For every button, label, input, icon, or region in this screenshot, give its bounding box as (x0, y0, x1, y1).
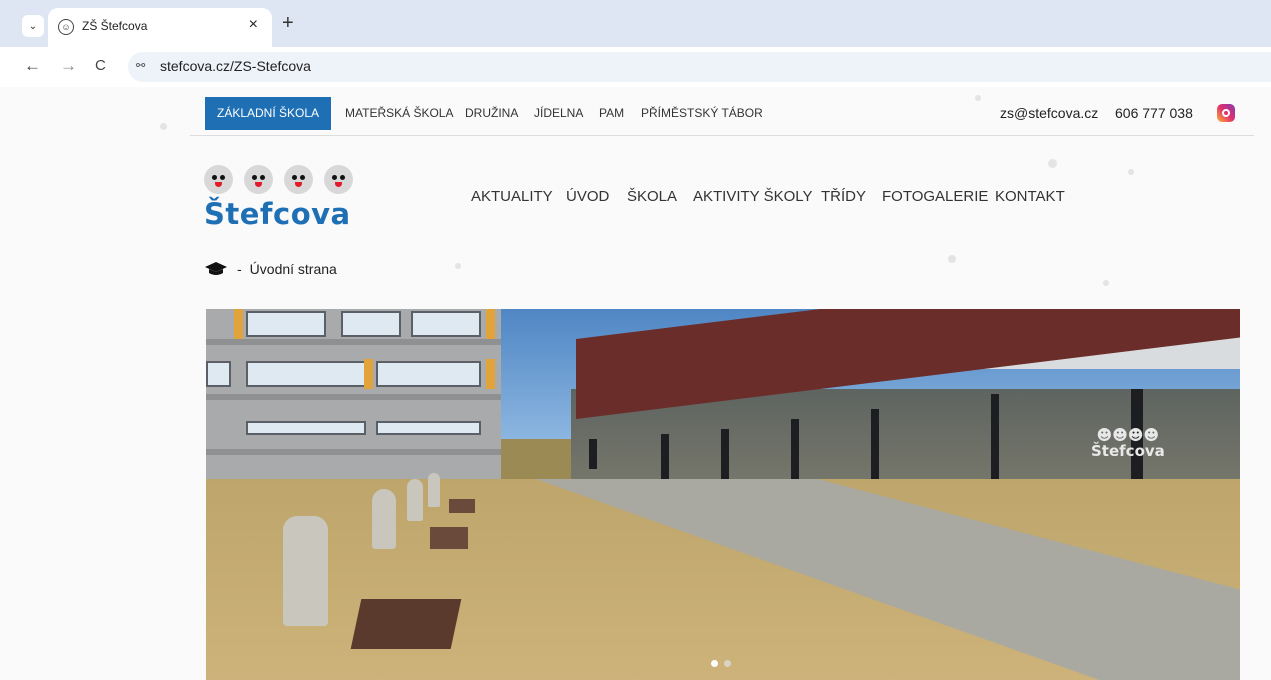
slider-dot[interactable] (724, 660, 731, 667)
nav-materska-skola[interactable]: MATEŘSKÁ ŠKOLA (345, 106, 453, 120)
tab-search-icon[interactable]: ⌄ (22, 15, 44, 37)
background-decoration (455, 263, 461, 269)
logo-face-icon (284, 165, 313, 194)
tab-title: ZŠ Štefcova (82, 19, 148, 33)
hero-slider-image[interactable]: ☻☻☻☻ Štefcova (206, 309, 1240, 680)
hero-bench (350, 599, 462, 649)
background-decoration (160, 123, 167, 130)
hero-bollard (428, 473, 440, 507)
nav-kontakt[interactable]: KONTAKT (995, 188, 1065, 205)
instagram-icon[interactable] (1217, 104, 1235, 122)
new-tab-button[interactable]: + (282, 12, 294, 35)
slider-dot-active[interactable] (711, 660, 718, 667)
background-decoration (1103, 280, 1109, 286)
background-decoration (1048, 159, 1057, 168)
forward-icon[interactable]: → (60, 56, 77, 76)
close-tab-icon[interactable]: × (249, 16, 258, 34)
nav-aktivity-skoly[interactable]: AKTIVITY ŠKOLY (693, 188, 813, 205)
browser-toolbar: ← → C ⚯ stefcova.cz/ZS-Stefcova (0, 47, 1271, 87)
slider-pagination (711, 660, 731, 667)
logo-face-icon (204, 165, 233, 194)
reload-icon[interactable]: C (95, 57, 106, 74)
hero-window-logo: ☻☻☻☻ Štefcova (1091, 426, 1165, 460)
hero-bench (430, 527, 468, 549)
nav-fotogalerie[interactable]: FOTOGALERIE (882, 188, 988, 205)
browser-tab[interactable]: ☺ ZŠ Štefcova × (48, 8, 272, 47)
graduation-cap-icon (205, 262, 227, 275)
nav-jidelna[interactable]: JÍDELNA (534, 106, 583, 120)
nav-tridy[interactable]: TŘÍDY (821, 188, 866, 205)
nav-zakladni-skola[interactable]: ZÁKLADNÍ ŠKOLA (205, 97, 332, 130)
breadcrumb: - Úvodní strana (205, 261, 337, 277)
breadcrumb-separator: - (237, 261, 242, 277)
favicon-icon: ☺ (58, 19, 74, 35)
site-logo[interactable]: Štefcova (204, 165, 354, 237)
back-icon[interactable]: ← (24, 56, 41, 76)
email-link[interactable]: zs@stefcova.cz (1000, 105, 1098, 121)
browser-tab-bar: ⌄ ☺ ZŠ Štefcova × + (0, 0, 1271, 47)
background-decoration (948, 255, 956, 263)
hero-bench (449, 499, 475, 513)
hero-bollard (407, 479, 423, 521)
address-bar[interactable]: ⚯ stefcova.cz/ZS-Stefcova (128, 52, 1271, 82)
top-bar: ZÁKLADNÍ ŠKOLA MATEŘSKÁ ŠKOLA DRUŽINA JÍ… (190, 87, 1254, 136)
nav-aktuality[interactable]: AKTUALITY (471, 188, 553, 205)
logo-face-icon (324, 165, 353, 194)
page-content: ZÁKLADNÍ ŠKOLA MATEŘSKÁ ŠKOLA DRUŽINA JÍ… (0, 87, 1271, 680)
nav-pam[interactable]: PAM (599, 106, 624, 120)
nav-primestsky-tabor[interactable]: PŘÍMĚSTSKÝ TÁBOR (641, 106, 763, 120)
logo-text: Štefcova (204, 197, 351, 231)
hero-bollard (283, 516, 328, 626)
hero-bollard (372, 489, 396, 549)
background-decoration (1128, 169, 1134, 175)
nav-druzina[interactable]: DRUŽINA (465, 106, 518, 120)
site-info-icon[interactable]: ⚯ (136, 59, 145, 72)
url-text[interactable]: stefcova.cz/ZS-Stefcova (160, 58, 311, 74)
logo-face-icon (244, 165, 273, 194)
nav-uvod[interactable]: ÚVOD (566, 188, 609, 205)
breadcrumb-current: Úvodní strana (249, 261, 337, 277)
phone-link[interactable]: 606 777 038 (1115, 105, 1193, 121)
hero-building-left (206, 309, 501, 479)
nav-skola[interactable]: ŠKOLA (627, 188, 677, 205)
